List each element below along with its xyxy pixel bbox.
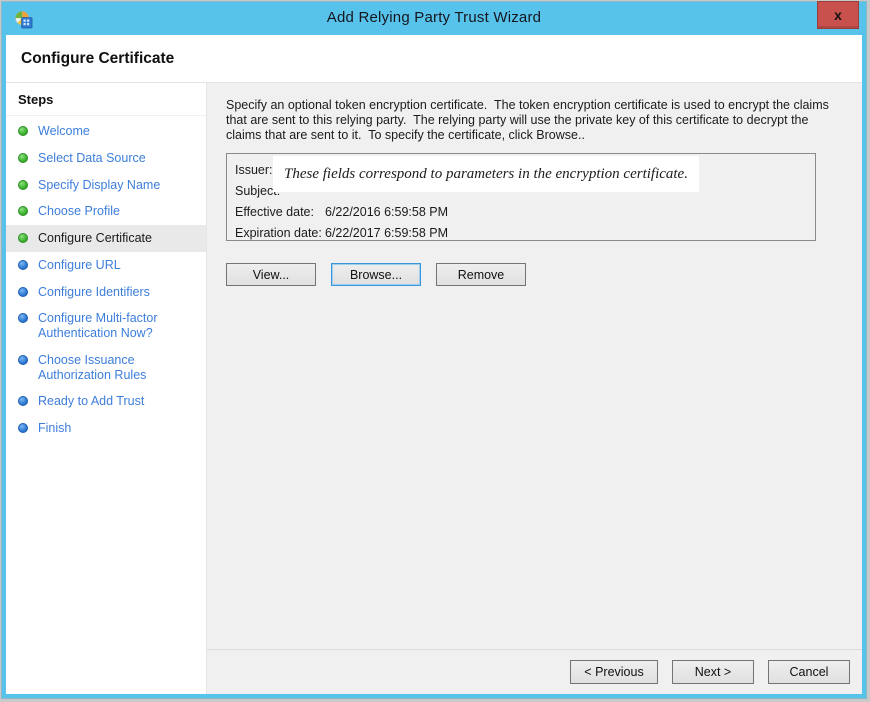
window-title: Add Relying Party Trust Wizard (2, 9, 866, 26)
step-item[interactable]: Configure Multi-factor Authentication No… (6, 305, 206, 347)
step-label: Choose Profile (38, 204, 120, 219)
steps-list: Welcome Select Data Source Specify Displ… (6, 118, 206, 442)
certificate-field-row: Effective date: 6/22/2016 6:59:58 PM (235, 201, 815, 222)
certificate-details-box: Issuer: Subject: Effective d (226, 153, 816, 241)
steps-heading: Steps (6, 83, 206, 116)
step-label: Choose Issuance Authorization Rules (38, 353, 200, 383)
certificate-action-button[interactable]: View... (226, 263, 316, 286)
certificate-action-button[interactable]: Remove (436, 263, 526, 286)
title-bar: Add Relying Party Trust Wizard x (2, 2, 866, 35)
wizard-nav-button[interactable]: Next > (672, 660, 754, 684)
step-status-dot-icon (18, 126, 28, 136)
step-item[interactable]: Choose Issuance Authorization Rules (6, 347, 206, 389)
step-label: Configure Identifiers (38, 285, 150, 300)
step-status-dot-icon (18, 206, 28, 216)
page-description: Specify an optional token encryption cer… (226, 98, 830, 142)
step-status-dot-icon (18, 355, 28, 365)
wizard-footer: < Previous Next > Cancel (207, 649, 862, 694)
step-item[interactable]: Configure Identifiers (6, 279, 206, 306)
step-status-dot-icon (18, 423, 28, 433)
close-button[interactable]: x (817, 1, 859, 29)
step-label: Configure Certificate (38, 231, 152, 246)
step-label: Welcome (38, 124, 90, 139)
page-header: Configure Certificate (6, 35, 862, 83)
main-panel: Specify an optional token encryption cer… (207, 83, 862, 694)
step-status-dot-icon (18, 180, 28, 190)
step-item[interactable]: Configure URL (6, 252, 206, 279)
step-status-dot-icon (18, 287, 28, 297)
certificate-actions: View... Browse... Remove (226, 263, 844, 286)
step-label: Specify Display Name (38, 178, 160, 193)
step-status-dot-icon (18, 260, 28, 270)
close-icon: x (834, 7, 842, 23)
step-item[interactable]: Finish (6, 415, 206, 442)
step-label: Ready to Add Trust (38, 394, 144, 409)
annotation-overlay: These fields correspond to parameters in… (273, 156, 699, 192)
certificate-field-row: Expiration date: 6/22/2017 6:59:58 PM (235, 222, 815, 243)
certificate-field-value: 6/22/2016 6:59:58 PM (325, 206, 448, 219)
step-status-dot-icon (18, 233, 28, 243)
wizard-nav-button[interactable]: Cancel (768, 660, 850, 684)
step-item[interactable]: Configure Certificate (6, 225, 206, 252)
wizard-nav-button[interactable]: < Previous (570, 660, 658, 684)
step-item[interactable]: Choose Profile (6, 198, 206, 225)
step-status-dot-icon (18, 153, 28, 163)
certificate-field-label: Effective date: (235, 206, 325, 219)
step-status-dot-icon (18, 313, 28, 323)
annotation-text: These fields correspond to parameters in… (284, 166, 688, 183)
step-label: Configure URL (38, 258, 121, 273)
step-label: Finish (38, 421, 71, 436)
page-title: Configure Certificate (21, 50, 174, 68)
screen: Add Relying Party Trust Wizard x Configu… (0, 0, 870, 702)
step-item[interactable]: Welcome (6, 118, 206, 145)
step-item[interactable]: Ready to Add Trust (6, 388, 206, 415)
step-label: Select Data Source (38, 151, 146, 166)
window-content: Configure Certificate Steps Welcome (6, 35, 862, 694)
step-item[interactable]: Select Data Source (6, 145, 206, 172)
steps-sidebar: Steps Welcome Select Data Source (6, 83, 207, 694)
certificate-field-label: Expiration date: (235, 227, 325, 240)
step-item[interactable]: Specify Display Name (6, 172, 206, 199)
wizard-window: Add Relying Party Trust Wizard x Configu… (1, 1, 867, 699)
certificate-action-button[interactable]: Browse... (331, 263, 421, 286)
certificate-field-value: 6/22/2017 6:59:58 PM (325, 227, 448, 240)
step-label: Configure Multi-factor Authentication No… (38, 311, 200, 341)
step-status-dot-icon (18, 396, 28, 406)
